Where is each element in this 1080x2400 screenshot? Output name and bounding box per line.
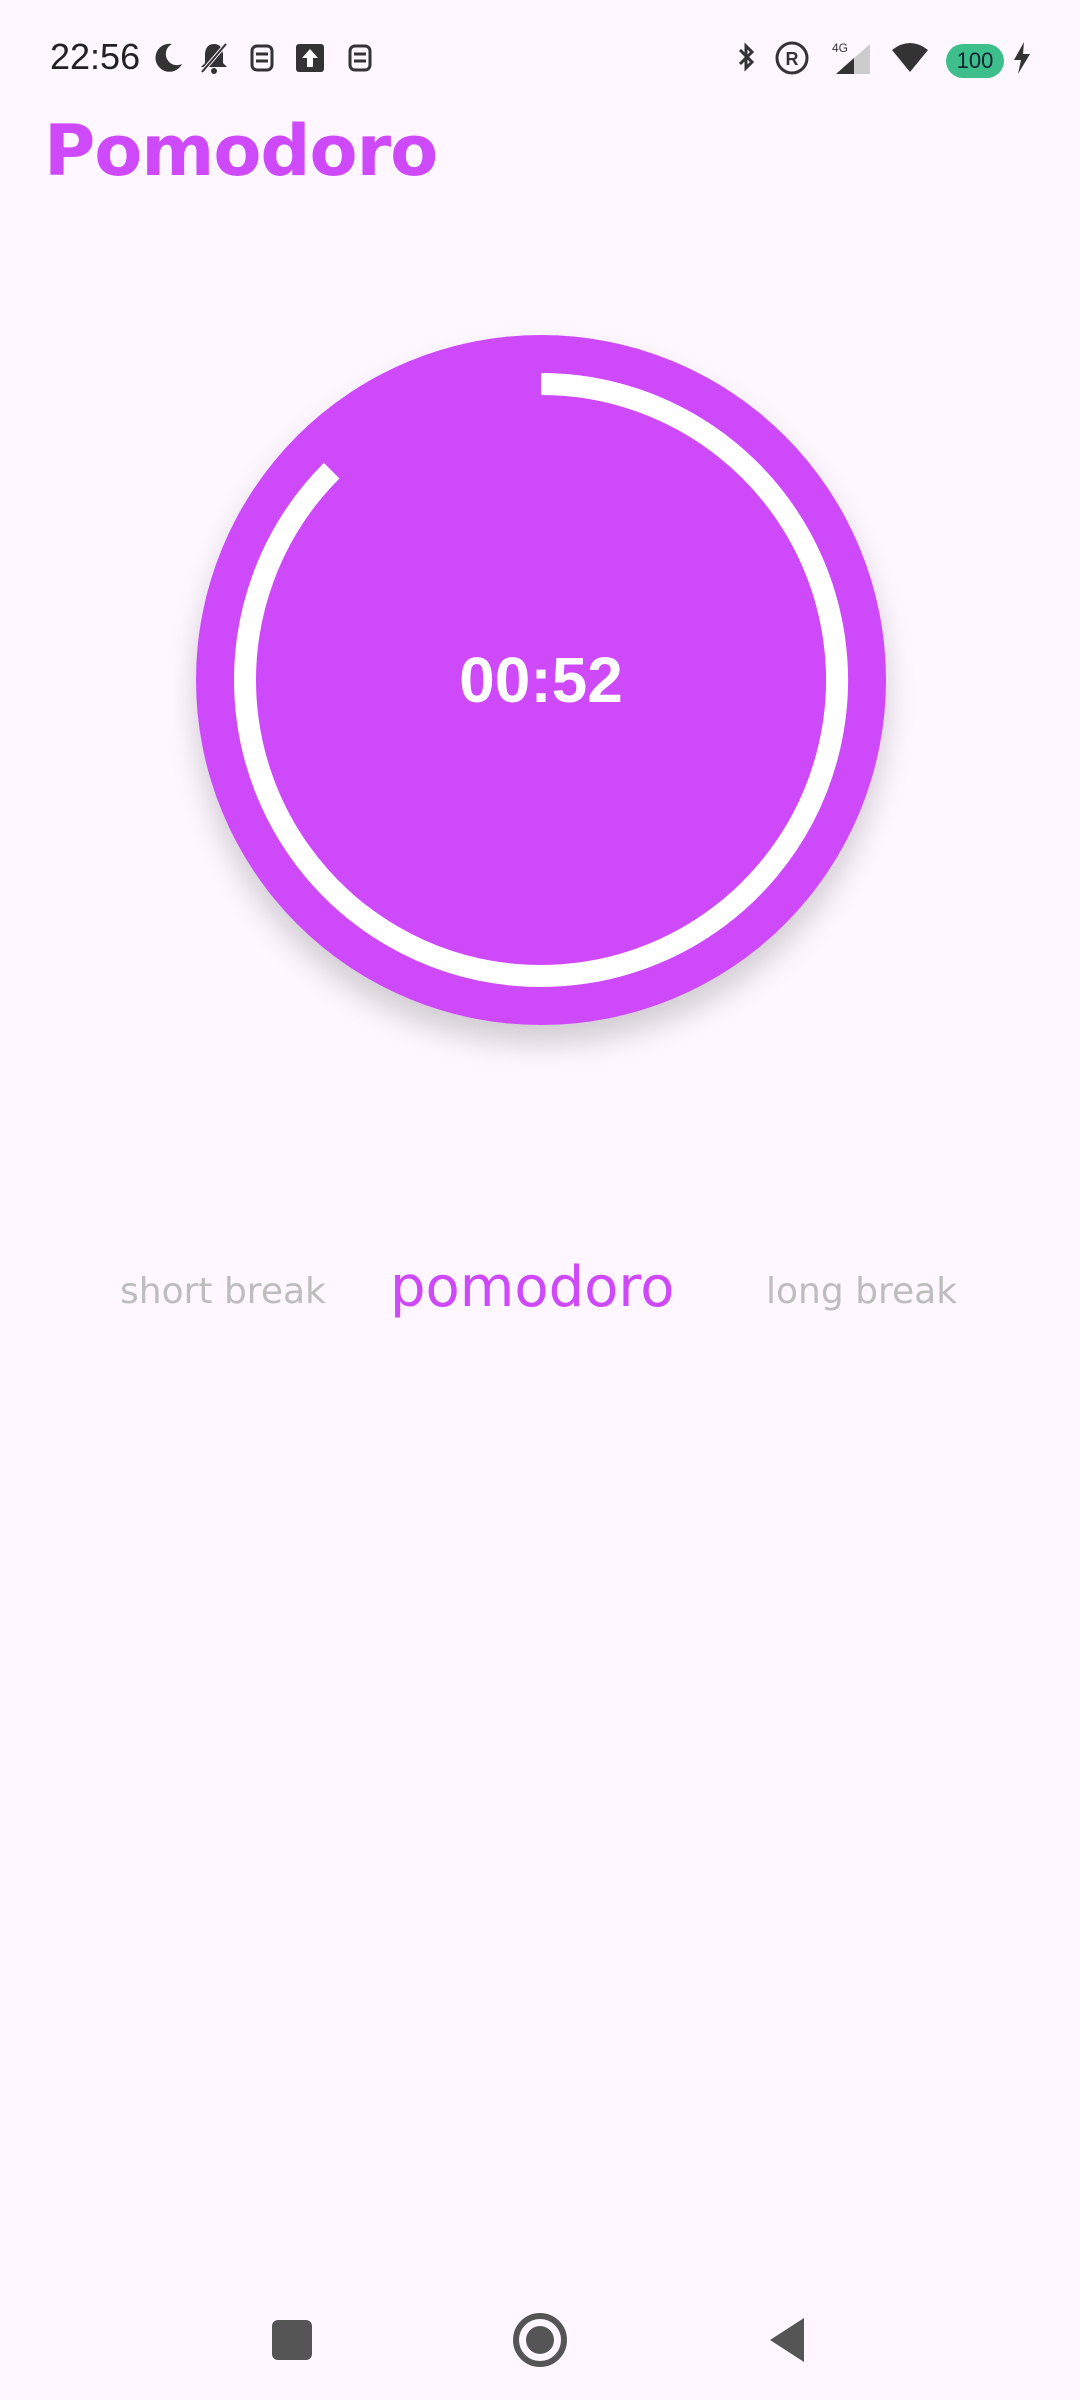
timer-circle[interactable]: 00:52 bbox=[196, 335, 886, 1025]
app-notification-icon bbox=[250, 44, 274, 72]
system-nav-bar bbox=[0, 2270, 1080, 2400]
wifi-icon bbox=[892, 43, 928, 72]
app-title: Pomodoro bbox=[44, 110, 438, 192]
mode-selector: short break pomodoro long break bbox=[0, 1255, 1080, 1335]
signal-icon: 4G bbox=[832, 41, 870, 74]
status-bar: 22:56 R 4G 100 bbox=[0, 0, 1080, 120]
mode-long-break[interactable]: long break bbox=[766, 1271, 957, 1312]
timer-display: 00:52 bbox=[459, 644, 623, 716]
mode-short-break[interactable]: short break bbox=[120, 1271, 326, 1312]
moon-icon bbox=[155, 43, 182, 72]
charging-icon bbox=[1014, 42, 1030, 74]
mode-pomodoro[interactable]: pomodoro bbox=[390, 1255, 674, 1320]
back-button[interactable] bbox=[758, 2310, 818, 2370]
battery-indicator: 100 bbox=[946, 44, 1004, 78]
home-button[interactable] bbox=[510, 2310, 570, 2370]
network-type: 4G bbox=[832, 41, 848, 55]
bluetooth-icon bbox=[738, 42, 755, 72]
recents-button[interactable] bbox=[262, 2310, 322, 2370]
status-time: 22:56 bbox=[50, 36, 141, 77]
bell-off-icon bbox=[200, 42, 228, 74]
roaming-icon: R bbox=[775, 41, 809, 75]
svg-text:R: R bbox=[786, 49, 799, 69]
upload-icon bbox=[296, 44, 324, 72]
app-screen: 22:56 R 4G 100 Pomodoro 00:52 short brea… bbox=[0, 0, 1080, 2400]
app-notification-icon bbox=[348, 44, 372, 72]
